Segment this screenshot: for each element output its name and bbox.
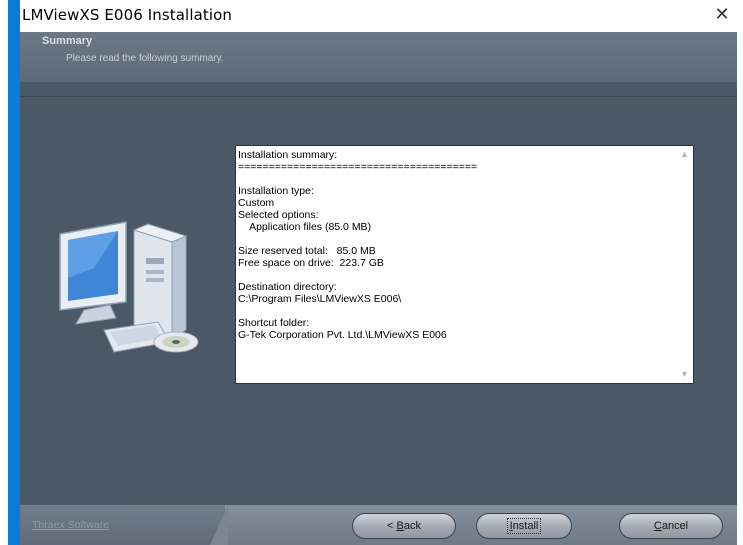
wizard-footer: Thraex Software < Back Install Cancel <box>20 505 737 545</box>
window-title: LMViewXS E006 Installation <box>22 6 233 24</box>
back-label: < Back <box>387 520 421 532</box>
summary-line: Shortcut folder: <box>238 317 310 329</box>
summary-textbox[interactable]: Installation summary: ==================… <box>235 145 694 384</box>
summary-text: Installation summary: ==================… <box>238 149 668 341</box>
summary-line: Installation summary: <box>238 149 338 161</box>
summary-line: Custom <box>238 197 275 209</box>
summary-line: G-Tek Corporation Pvt. Ltd.\LMViewXS E00… <box>238 329 447 341</box>
brand-link[interactable]: Thraex Software <box>32 519 109 531</box>
summary-line: ======================================= <box>238 161 478 173</box>
wizard-header: Summary Please read the following summar… <box>20 32 737 82</box>
back-mnemonic: B <box>396 520 404 532</box>
cancel-label: Cancel <box>654 520 688 532</box>
summary-line: Application files (85.0 MB) <box>238 221 372 233</box>
back-label-rest: ack <box>403 520 421 532</box>
scroll-down-icon[interactable]: ▼ <box>676 366 693 383</box>
window-accent-border <box>8 0 20 545</box>
back-label-prefix: < <box>387 520 397 532</box>
page-title: Summary <box>42 35 93 47</box>
install-button[interactable]: Install <box>476 513 572 539</box>
wizard-client-area: Summary Please read the following summar… <box>20 32 737 545</box>
summary-line: Size reserved total: 85.0 MB <box>238 245 376 257</box>
scroll-up-icon[interactable]: ▲ <box>676 146 693 163</box>
summary-line: Destination directory: <box>238 281 337 293</box>
cancel-mnemonic: C <box>653 520 662 532</box>
cancel-button[interactable]: Cancel <box>619 513 723 539</box>
install-label-rest: nstall <box>512 520 539 532</box>
back-button[interactable]: < Back <box>352 513 456 539</box>
install-label: Install <box>506 518 542 534</box>
cancel-label-rest: ancel <box>661 520 689 532</box>
computer-icon <box>59 221 199 353</box>
summary-line: Selected options: <box>238 209 319 221</box>
footer-divider <box>210 505 228 545</box>
summary-line: Installation type: <box>238 185 314 197</box>
title-bar[interactable]: LMViewXS E006 Installation ✕ <box>0 0 743 32</box>
vertical-scrollbar[interactable]: ▲ ▼ <box>676 146 693 383</box>
page-subtitle: Please read the following summary. <box>66 53 224 64</box>
installer-window: LMViewXS E006 Installation ✕ Summary Ple… <box>0 0 743 545</box>
close-icon[interactable]: ✕ <box>711 4 733 26</box>
summary-line: Free space on drive: 223.7 GB <box>238 257 384 269</box>
summary-line: C:\Program Files\LMViewXS E006\ <box>238 293 402 305</box>
header-divider <box>20 96 737 97</box>
